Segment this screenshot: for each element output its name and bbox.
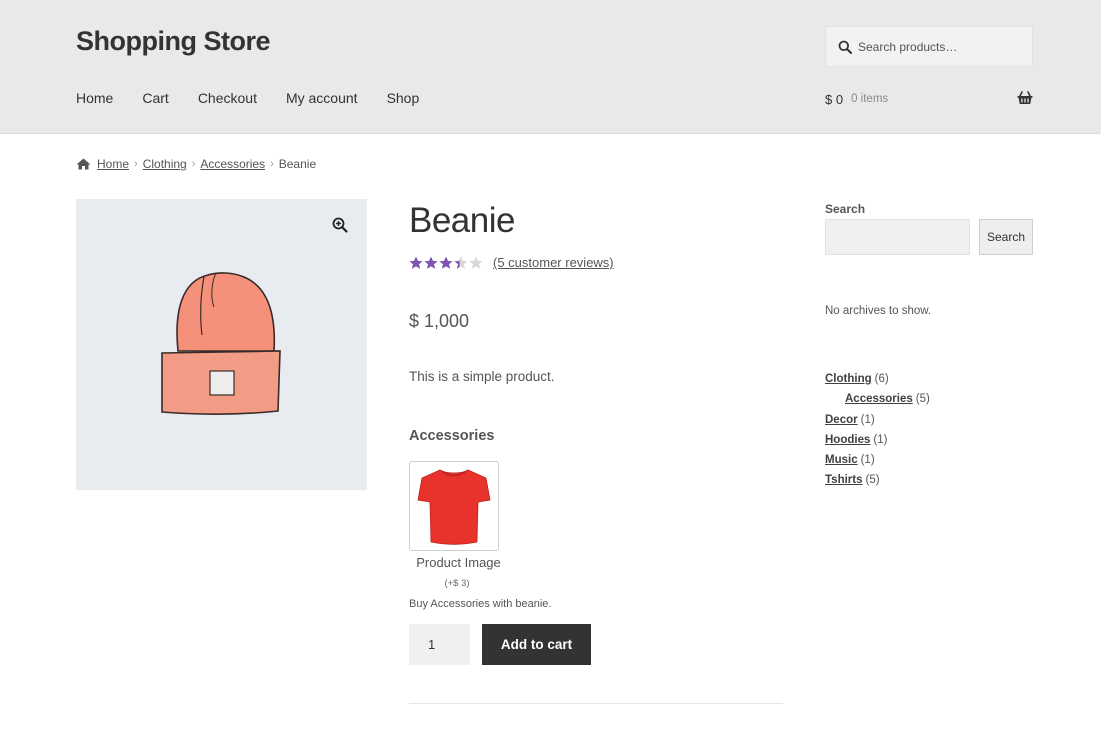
category-count: (5) <box>915 393 930 406</box>
search-input[interactable] <box>858 39 1018 54</box>
nav-my-account[interactable]: My account <box>286 90 358 106</box>
star-icon <box>409 256 423 269</box>
sidebar-search-button[interactable]: Search <box>979 219 1033 255</box>
nav-cart[interactable]: Cart <box>142 90 168 106</box>
sidebar-search-label: Search <box>825 202 866 216</box>
product-search[interactable] <box>825 26 1033 67</box>
rating-stars <box>409 256 484 270</box>
product-title: Beanie <box>409 201 515 240</box>
beanie-product-image <box>161 272 281 415</box>
category-link-clothing[interactable]: Clothing <box>825 373 872 385</box>
breadcrumb-current: Beanie <box>278 157 317 171</box>
addon-name: Product Image <box>416 555 501 570</box>
category-count: (6) <box>874 373 889 385</box>
nav-home[interactable]: Home <box>76 90 113 106</box>
quantity-input[interactable] <box>409 624 470 665</box>
tshirt-image <box>417 469 491 545</box>
product-gallery[interactable] <box>76 199 367 490</box>
breadcrumb: Home › Clothing › Accessories › Beanie <box>76 157 316 171</box>
category-item: Hoodies (1) <box>825 432 930 452</box>
category-item: Accessories (5) <box>825 391 930 411</box>
addon-heading: Accessories <box>409 428 495 444</box>
category-link-decor[interactable]: Decor <box>825 414 858 426</box>
breadcrumb-home[interactable]: Home <box>97 157 129 171</box>
category-count: (1) <box>873 433 888 446</box>
nav-shop[interactable]: Shop <box>387 90 420 106</box>
reviews-link[interactable]: (5 customer reviews) <box>493 255 614 270</box>
star-icon <box>439 256 453 269</box>
category-link-music[interactable]: Music <box>825 454 858 466</box>
divider <box>409 703 783 704</box>
category-count: (5) <box>865 474 880 487</box>
breadcrumb-separator: › <box>191 158 196 170</box>
addon-image-option[interactable] <box>409 461 499 551</box>
no-archives-text: No archives to show. <box>825 305 932 317</box>
category-link-tshirts[interactable]: Tshirts <box>825 474 863 486</box>
breadcrumb-separator: › <box>134 158 138 170</box>
search-icon <box>838 40 852 54</box>
category-count: (1) <box>860 454 875 467</box>
category-count: (1) <box>860 413 875 426</box>
star-rating: (5 customer reviews) <box>409 255 614 270</box>
star-icon <box>454 256 468 269</box>
cart-count: 0 items <box>851 93 889 105</box>
site-title[interactable]: Shopping Store <box>76 26 270 57</box>
category-link-hoodies[interactable]: Hoodies <box>825 434 870 446</box>
site-header: Shopping Store Home Cart Checkout My acc… <box>0 0 1101 134</box>
category-link-accessories[interactable]: Accessories <box>845 393 913 405</box>
breadcrumb-accessories[interactable]: Accessories <box>200 157 265 171</box>
addon-description: Buy Accessories with beanie. <box>409 598 552 610</box>
sidebar-search-input[interactable] <box>825 219 970 255</box>
primary-nav: Home Cart Checkout My account Shop <box>76 90 448 106</box>
add-to-cart-button[interactable]: Add to cart <box>482 624 591 665</box>
category-item: Music (1) <box>825 452 930 472</box>
addon-price: (+$ 3) <box>444 578 470 589</box>
home-icon <box>76 158 91 170</box>
category-list: Clothing (6) Accessories (5) Decor (1) Hood… <box>825 371 930 493</box>
nav-checkout[interactable]: Checkout <box>198 90 257 106</box>
product-price: $ 1,000 <box>409 311 470 331</box>
breadcrumb-separator: › <box>270 158 274 170</box>
category-item: Tshirts (5) <box>825 472 930 492</box>
star-icon <box>424 256 438 269</box>
zoom-icon[interactable] <box>331 216 349 234</box>
cart-total: $ 0 <box>825 91 844 107</box>
breadcrumb-clothing[interactable]: Clothing <box>143 157 187 171</box>
category-item: Clothing (6) <box>825 371 930 391</box>
category-item: Decor (1) <box>825 412 930 432</box>
star-icon <box>469 256 483 269</box>
header-cart[interactable]: $ 0 0 items <box>825 90 1033 108</box>
basket-icon[interactable] <box>1017 91 1033 110</box>
product-description: This is a simple product. <box>409 369 555 384</box>
